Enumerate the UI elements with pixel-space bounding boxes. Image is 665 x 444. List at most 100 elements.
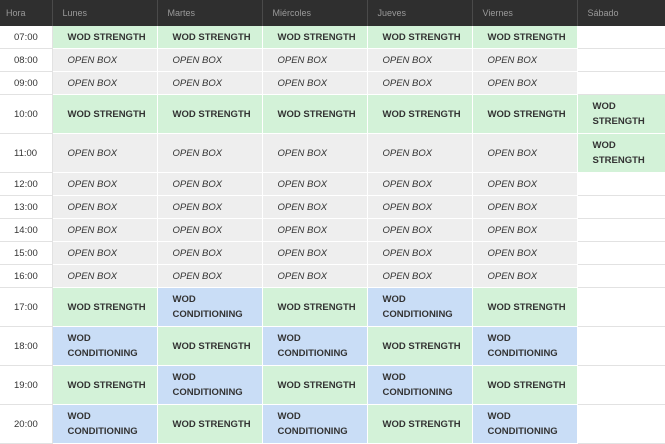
schedule-row: 10:00 WOD STRENGTH WOD STRENGTH WOD STRENGT… — [0, 94, 665, 134]
class-cell-lunes: OPEN BOX — [52, 172, 158, 196]
empty-cell-sabado — [576, 195, 665, 219]
hour-cell: 09:00 — [0, 71, 53, 95]
class-label: OPEN BOX — [487, 247, 538, 259]
class-cell-lunes: WOD STRENGTH — [52, 287, 158, 327]
class-label: OPEN BOX — [67, 224, 118, 236]
class-label: OPEN BOX — [277, 224, 328, 236]
empty-cell-sabado — [576, 218, 665, 242]
class-label: OPEN BOX — [382, 270, 433, 282]
class-cell-viernes: WOD STRENGTH — [472, 365, 578, 405]
class-label: WOD STRENGTH — [487, 31, 566, 43]
class-schedule-table: Hora Lunes Martes Miércoles Jueves Viern… — [0, 0, 665, 444]
empty-cell-sabado — [576, 287, 665, 327]
class-cell-miercoles: WOD STRENGTH — [262, 26, 368, 49]
class-label: OPEN BOX — [382, 77, 433, 89]
class-label: OPEN BOX — [172, 201, 223, 213]
class-label: WOD STRENGTH — [172, 340, 251, 352]
class-label: OPEN BOX — [67, 178, 118, 190]
class-cell-viernes: OPEN BOX — [472, 48, 578, 72]
class-cell-jueves: WOD STRENGTH — [367, 94, 473, 134]
class-cell-lunes: OPEN BOX — [52, 264, 158, 288]
class-label: OPEN BOX — [172, 270, 223, 282]
class-cell-viernes: WOD STRENGTH — [472, 287, 578, 327]
class-label: WOD STRENGTH — [592, 140, 645, 166]
header-jueves: Jueves — [367, 0, 473, 26]
class-label: OPEN BOX — [277, 54, 328, 66]
class-cell-jueves: OPEN BOX — [367, 71, 473, 95]
hour-cell: 17:00 — [0, 287, 53, 327]
class-label: WOD STRENGTH — [67, 31, 146, 43]
hour-cell: 14:00 — [0, 218, 53, 242]
class-cell-lunes: WOD STRENGTH — [52, 94, 158, 134]
class-cell-miercoles: OPEN BOX — [262, 241, 368, 265]
hour-cell: 15:00 — [0, 241, 53, 265]
class-label: WOD CONDITIONING — [67, 411, 138, 437]
class-label: OPEN BOX — [487, 224, 538, 236]
class-cell-lunes: OPEN BOX — [52, 241, 158, 265]
class-label: WOD CONDITIONING — [67, 333, 138, 359]
empty-cell-sabado — [576, 48, 665, 72]
schedule-row: 08:00 OPEN BOX OPEN BOX OPEN BOX OPEN BOX OPE… — [0, 48, 665, 72]
empty-cell-sabado — [576, 264, 665, 288]
header-miercoles: Miércoles — [262, 0, 368, 26]
class-label: WOD STRENGTH — [67, 301, 146, 313]
class-label: OPEN BOX — [277, 247, 328, 259]
hour-cell: 13:00 — [0, 195, 53, 219]
class-cell-jueves: WOD CONDITIONING — [367, 287, 473, 327]
hour-cell: 10:00 — [0, 94, 53, 134]
class-label: OPEN BOX — [67, 201, 118, 213]
class-cell-lunes: OPEN BOX — [52, 48, 158, 72]
empty-cell-sabado — [576, 326, 665, 366]
class-label: WOD STRENGTH — [487, 379, 566, 391]
class-cell-jueves: OPEN BOX — [367, 133, 473, 173]
class-label: OPEN BOX — [172, 77, 223, 89]
class-cell-lunes: WOD STRENGTH — [52, 26, 158, 49]
class-label: WOD STRENGTH — [382, 31, 461, 43]
schedule-header: Hora Lunes Martes Miércoles Jueves Viern… — [0, 0, 665, 26]
class-label: OPEN BOX — [172, 247, 223, 259]
class-cell-lunes: WOD CONDITIONING — [52, 326, 158, 366]
class-label: WOD CONDITIONING — [172, 372, 243, 398]
class-cell-martes: OPEN BOX — [157, 195, 263, 219]
class-cell-jueves: WOD STRENGTH — [367, 404, 473, 444]
class-label: WOD CONDITIONING — [277, 333, 348, 359]
class-cell-martes: OPEN BOX — [157, 133, 263, 173]
class-label: OPEN BOX — [277, 147, 328, 159]
class-cell-viernes: WOD CONDITIONING — [472, 404, 578, 444]
class-cell-miercoles: OPEN BOX — [262, 218, 368, 242]
class-cell-jueves: OPEN BOX — [367, 241, 473, 265]
empty-cell-sabado — [576, 365, 665, 405]
header-lunes: Lunes — [52, 0, 158, 26]
hour-cell: 08:00 — [0, 48, 53, 72]
header-sabado: Sábado — [577, 0, 665, 26]
class-label: WOD CONDITIONING — [487, 333, 558, 359]
class-cell-miercoles: WOD STRENGTH — [262, 94, 368, 134]
class-label: WOD STRENGTH — [67, 379, 146, 391]
class-cell-viernes: OPEN BOX — [472, 241, 578, 265]
class-label: WOD STRENGTH — [487, 108, 566, 120]
class-cell-viernes: WOD STRENGTH — [472, 26, 578, 49]
class-label: OPEN BOX — [487, 270, 538, 282]
schedule-row: 14:00 OPEN BOX OPEN BOX OPEN BOX OPEN BOX OPE… — [0, 218, 665, 242]
class-label: WOD STRENGTH — [172, 418, 251, 430]
class-label: WOD STRENGTH — [277, 108, 356, 120]
class-label: WOD STRENGTH — [172, 108, 251, 120]
header-viernes: Viernes — [472, 0, 578, 26]
class-cell-lunes: OPEN BOX — [52, 195, 158, 219]
class-cell-martes: WOD STRENGTH — [157, 404, 263, 444]
hour-cell: 12:00 — [0, 172, 53, 196]
schedule-row: 13:00 OPEN BOX OPEN BOX OPEN BOX OPEN BOX OPE… — [0, 195, 665, 219]
class-cell-viernes: OPEN BOX — [472, 172, 578, 196]
class-cell-sabado: WOD STRENGTH — [577, 133, 665, 173]
empty-cell-sabado — [576, 241, 665, 265]
class-label: OPEN BOX — [382, 147, 433, 159]
class-cell-jueves: OPEN BOX — [367, 195, 473, 219]
class-label: WOD CONDITIONING — [382, 372, 453, 398]
class-cell-jueves: WOD STRENGTH — [367, 26, 473, 49]
class-cell-martes: WOD STRENGTH — [157, 26, 263, 49]
class-label: WOD STRENGTH — [487, 301, 566, 313]
schedule-body: 07:00 WOD STRENGTH WOD STRENGTH WOD STRENGT… — [0, 26, 665, 444]
empty-cell-sabado — [576, 26, 665, 49]
class-cell-miercoles: OPEN BOX — [262, 264, 368, 288]
class-label: OPEN BOX — [67, 54, 118, 66]
